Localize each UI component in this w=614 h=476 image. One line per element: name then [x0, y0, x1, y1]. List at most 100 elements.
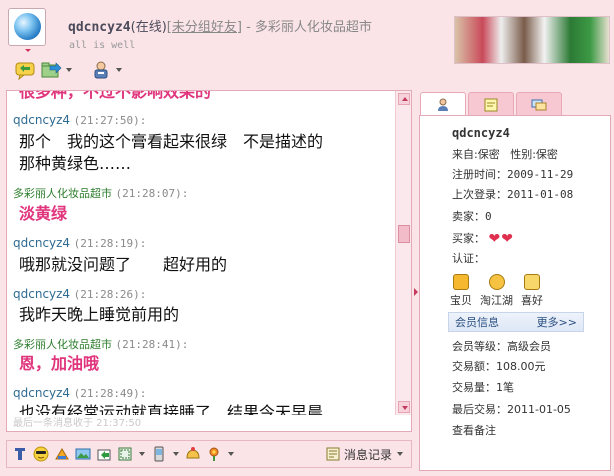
shortcut-label: 淘江湖 [480, 294, 513, 307]
shake-icon[interactable] [184, 445, 202, 463]
shortcut-favorites[interactable]: 喜好 [521, 274, 543, 308]
flower-icon[interactable] [205, 445, 223, 463]
message-time: (21:28:26): [73, 288, 147, 301]
message-list: 很多种，不过不影响效果的 qdcncyz4 (21:27:50): 那个 我的这… [7, 91, 395, 415]
register-label: 注册时间： [452, 168, 507, 181]
side-tabs [420, 92, 562, 117]
ad-banner[interactable] [454, 16, 610, 64]
seller-label: 卖家： [452, 210, 485, 223]
sender-name[interactable]: 多彩丽人化妆品超市 [13, 187, 112, 200]
contact-title: qdcncyz4(在线)[未分组好友] - 多彩丽人化妆品超市 [68, 16, 372, 35]
folder-icon [453, 274, 469, 290]
scroll-down-button[interactable] [398, 401, 410, 413]
sender-name[interactable]: qdcncyz4 [13, 236, 70, 250]
chevron-down-icon[interactable] [173, 452, 179, 456]
profile-location-gender: 来自:保密 性别:保密 [452, 146, 558, 162]
buyer-credit-hearts[interactable]: ❤ ❤ [488, 231, 513, 247]
shop-name: - 多彩丽人化妆品超市 [241, 20, 372, 35]
last-trade: 最后交易：2011-01-05 [452, 403, 571, 416]
emoticon-icon[interactable] [32, 445, 50, 463]
message-text: 恩，加油哦 [19, 354, 100, 373]
sender-name[interactable]: qdcncyz4 [13, 287, 70, 301]
profile-register-row: 注册时间：2009-11-29 [452, 166, 573, 182]
profile-last-login-row: 上次登录：2011-01-08 [452, 186, 573, 202]
shortcut-items[interactable]: 宝贝 [450, 274, 472, 308]
chat-scrollbar[interactable] [395, 91, 411, 415]
contact-avatar[interactable] [8, 8, 46, 52]
contact-signature: all is well [69, 40, 136, 51]
message-text: 我昨天晚上睡觉前用的 [19, 305, 180, 324]
more-link[interactable]: 更多>> [537, 314, 577, 330]
sender-name[interactable]: qdcncyz4 [13, 113, 70, 127]
header-toolbar [14, 58, 136, 82]
scroll-thumb[interactable] [398, 225, 410, 243]
message-text: 那种黄绿色…… [19, 154, 132, 173]
member-info-header: 会员信息 更多>> [448, 312, 584, 332]
profile-gender: 性别:保密 [510, 148, 558, 161]
jianghu-icon [488, 274, 505, 290]
message-time: (21:28:41): [115, 338, 189, 351]
user-settings-icon[interactable] [90, 59, 112, 81]
message-text: 很多种，不过不影响效果的 [19, 91, 212, 101]
message-header: qdcncyz4 (21:28:19): [13, 236, 146, 250]
tab-messages[interactable] [516, 92, 562, 116]
send-file-icon[interactable] [95, 445, 113, 463]
phone-icon[interactable] [150, 445, 168, 463]
chat-icon[interactable] [14, 59, 36, 81]
message-text: 淡黄绿 [19, 204, 68, 223]
chevron-down-icon[interactable] [228, 452, 234, 456]
font-icon[interactable] [11, 445, 29, 463]
shortcut-label: 宝贝 [450, 294, 472, 307]
trade-count: 交易量：1笔 [452, 381, 514, 394]
scroll-up-button[interactable] [398, 93, 410, 105]
notes-icon [484, 98, 498, 111]
group-link[interactable]: [未分组好友] [167, 20, 242, 35]
heart-icon: ❤ [488, 231, 501, 247]
chevron-down-icon [25, 49, 31, 52]
message-text: 那个 我的这个膏看起来很绿 不是描述的 [19, 132, 324, 151]
message-text: 哦那就没问题了 超好用的 [19, 255, 228, 274]
chat-history[interactable]: 很多种，不过不影响效果的 qdcncyz4 (21:27:50): 那个 我的这… [6, 90, 412, 432]
tab-profile[interactable] [420, 92, 466, 117]
message-header: qdcncyz4 (21:28:49): [13, 386, 146, 400]
screenshot-icon[interactable] [116, 445, 134, 463]
chevron-down-icon[interactable] [66, 68, 72, 72]
collapse-panel-icon[interactable] [414, 288, 418, 296]
buyer-label: 买家： [452, 232, 485, 245]
contact-nickname[interactable]: qdcncyz4 [68, 20, 131, 35]
chevron-down-icon[interactable] [139, 452, 145, 456]
profile-shortcuts: 宝贝 淘江湖 喜好 [450, 274, 543, 308]
message-header: 多彩丽人化妆品超市 (21:28:41): [13, 336, 188, 352]
heart-icon: ❤ [501, 231, 513, 247]
sender-name[interactable]: qdcncyz4 [13, 386, 70, 400]
message-time: (21:28:19): [73, 237, 147, 250]
history-icon [326, 447, 340, 461]
chat-header: qdcncyz4(在线)[未分组好友] - 多彩丽人化妆品超市 all is w… [0, 0, 614, 86]
profile-auth-row: 认证： [452, 250, 485, 266]
profile-seller-row: 卖家：0 [452, 208, 492, 224]
sender-name[interactable]: 多彩丽人化妆品超市 [13, 338, 112, 351]
last-message-status: 最后一条消息收于 21:37:50 [13, 418, 142, 429]
contact-profile-panel: qdcncyz4 来自:保密 性别:保密 注册时间：2009-11-29 上次登… [419, 115, 611, 471]
shortcut-label: 喜好 [521, 294, 543, 307]
profile-buyer-row: 买家： ❤ ❤ [452, 230, 513, 246]
screen-capture-icon[interactable] [53, 445, 71, 463]
shortcut-jianghu[interactable]: 淘江湖 [480, 274, 513, 308]
tab-notes[interactable] [468, 92, 514, 116]
star-icon [524, 274, 540, 290]
last-login-value: 2011-01-08 [507, 188, 574, 201]
message-time: (21:28:07): [115, 187, 189, 200]
member-info-title: 会员信息 [455, 316, 499, 329]
last-login-label: 上次登录： [452, 188, 507, 201]
message-time: (21:28:49): [73, 387, 147, 400]
profile-location: 来自:保密 [452, 148, 500, 161]
message-header: qdcncyz4 (21:28:26): [13, 287, 146, 301]
message-bubble-icon [531, 99, 547, 110]
transfer-icon[interactable] [40, 59, 62, 81]
chevron-down-icon[interactable] [116, 68, 122, 72]
view-note-link[interactable]: 查看备注 [452, 422, 496, 438]
message-history-button[interactable]: 消息记录 [325, 446, 405, 463]
image-icon[interactable] [74, 445, 92, 463]
register-value: 2009-11-29 [507, 168, 574, 181]
trade-amount: 交易额：108.00元 [452, 360, 546, 373]
